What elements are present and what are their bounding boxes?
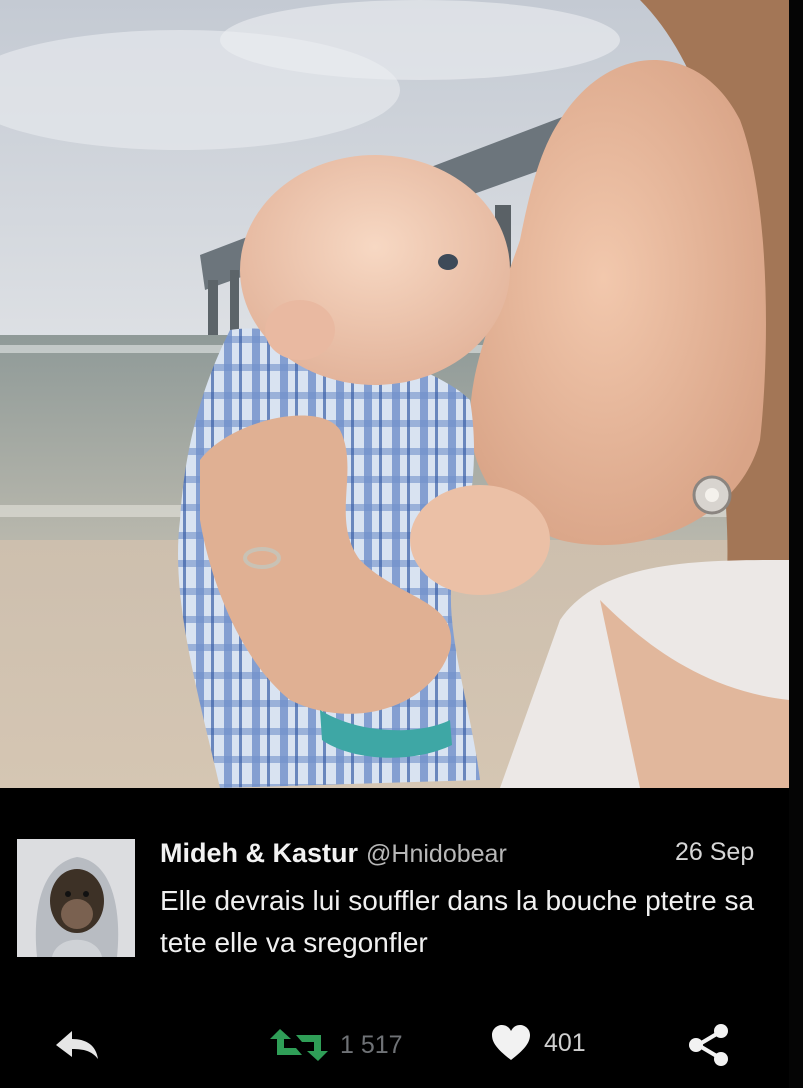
retweet-icon [270,1029,328,1061]
tweet-text: Elle devrais lui souffler dans la bouche… [160,885,755,958]
tweet-date[interactable]: 26 Sep [675,838,754,867]
author-handle[interactable]: @Hnidobear [366,840,507,868]
share-icon [689,1024,728,1066]
retweet-count: 1 517 [340,1030,403,1059]
reply-button[interactable] [52,1025,102,1065]
retweet-button[interactable]: 1 517 [268,1025,403,1065]
tweet-header: Mideh & Kastur @Hnidobear [160,838,507,869]
monkey-avatar-image [17,839,135,957]
like-count: 401 [544,1028,586,1057]
heart-icon [492,1025,530,1060]
avatar[interactable] [17,839,135,957]
share-button[interactable] [686,1022,732,1068]
reply-arrow-icon [56,1031,98,1059]
like-button[interactable]: 401 [490,1023,586,1063]
screen-edge-strip [789,0,803,1088]
photo-illustration [0,0,789,788]
author-name[interactable]: Mideh & Kastur [160,838,358,868]
tweet-photo[interactable] [0,0,789,788]
